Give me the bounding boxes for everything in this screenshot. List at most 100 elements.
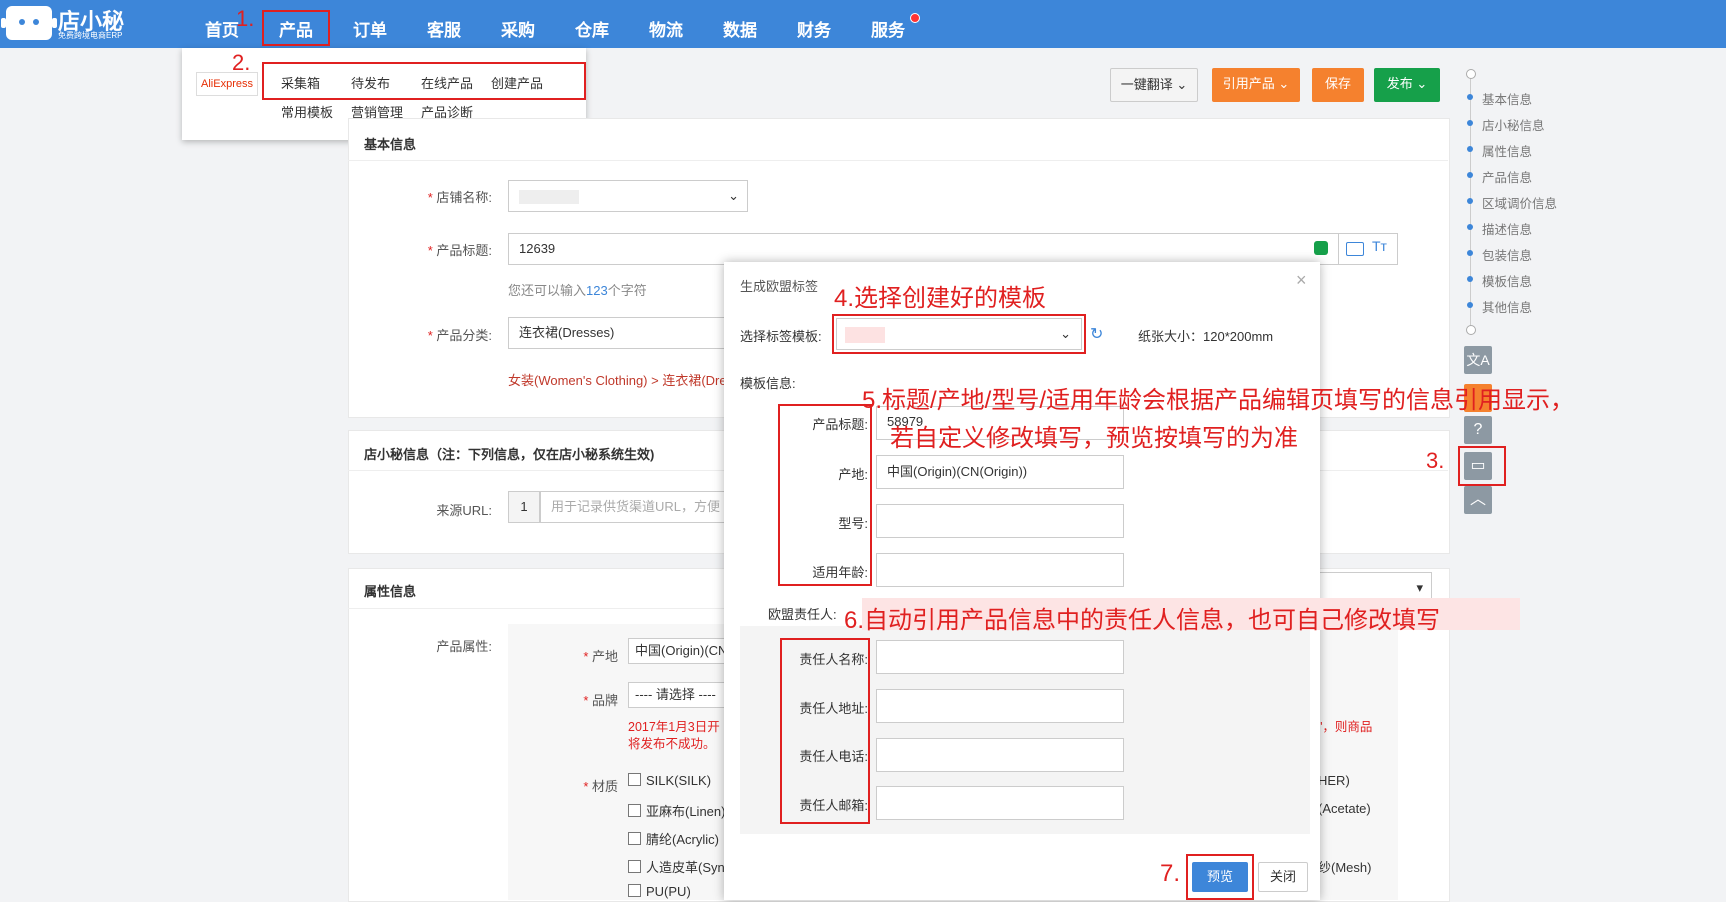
nav-logistics[interactable]: 物流: [649, 16, 683, 41]
translate-button[interactable]: 一键翻译 ⌄: [1110, 68, 1198, 102]
annotation-3: 3.: [1426, 448, 1445, 473]
resp-email-input[interactable]: [876, 786, 1124, 820]
highlight-box-preview: [1186, 854, 1254, 900]
annotation-5-line1: 5.标题/产地/型号/适用年龄会根据产品编辑页填写的信息引用显示，: [862, 387, 1575, 414]
material-checkbox[interactable]: 人造皮革(Syn: [628, 857, 725, 876]
annotation-7: 7.: [1160, 860, 1181, 887]
checkbox-icon: [628, 773, 641, 786]
origin-attr-label: * 产地: [583, 649, 618, 664]
save-button[interactable]: 保存: [1312, 68, 1364, 102]
highlight-box-fields: [778, 404, 872, 586]
highlight-box-menu: [262, 62, 586, 100]
dxm-info-title: 店小秘信息（注：下列信息，仅在店小秘系统生效): [364, 447, 655, 462]
edit-icon[interactable]: [1346, 242, 1364, 256]
label-model-input[interactable]: [876, 504, 1124, 538]
material-checkbox[interactable]: 亚麻布(Linen): [628, 801, 725, 820]
top-nav-bar: [0, 0, 1726, 48]
right-nav-basic[interactable]: 基本信息: [1482, 89, 1532, 108]
menu-common-templates[interactable]: 常用模板: [281, 102, 333, 121]
origin-attr-select[interactable]: 中国(Origin)(CN: [628, 638, 738, 664]
publish-button[interactable]: 发布 ⌄: [1374, 68, 1440, 102]
chatgpt-icon[interactable]: [1314, 241, 1328, 255]
nav-services[interactable]: 服务: [871, 16, 905, 41]
close-button[interactable]: 关闭: [1258, 862, 1308, 892]
source-url-input[interactable]: 用于记录供货渠道URL，方便: [540, 491, 730, 523]
basic-info-title: 基本信息: [364, 137, 417, 152]
shop-label: * 店铺名称:: [427, 190, 492, 205]
annotation-4: 4.选择创建好的模板: [834, 285, 1047, 312]
label-age-input[interactable]: [876, 553, 1124, 587]
brand-warning-2: 将发布不成功。: [628, 737, 716, 751]
chevron-down-icon: ⌄: [1278, 76, 1290, 91]
prop-label: 产品属性:: [436, 639, 492, 654]
material-checkbox[interactable]: SILK(SILK): [628, 773, 711, 788]
material-checkbox[interactable]: PU(PU): [628, 884, 691, 899]
checkbox-icon: [628, 804, 641, 817]
robot-logo-icon[interactable]: [1, 6, 57, 40]
checkbox-icon: [628, 860, 641, 873]
divider: [348, 160, 1448, 161]
translate-tool-icon[interactable]: 文A: [1464, 346, 1492, 374]
refresh-icon[interactable]: ↻: [1090, 324, 1103, 344]
resp-name-input[interactable]: [876, 640, 1124, 674]
close-icon[interactable]: ×: [1296, 270, 1307, 291]
right-nav-package[interactable]: 包装信息: [1482, 245, 1532, 264]
highlight-box-responsible: [780, 638, 870, 824]
material-option-right[interactable]: HER): [1318, 773, 1350, 788]
category-path: 女装(Women's Clothing) > 连衣裙(Dre: [508, 373, 727, 388]
nav-orders[interactable]: 订单: [353, 16, 387, 41]
brand-warning-right: "，则商品: [1318, 720, 1373, 734]
blurred-shop-name: [519, 190, 579, 204]
material-option-right[interactable]: 纱(Mesh): [1318, 857, 1371, 876]
annotation-2: 2.: [232, 50, 251, 75]
resp-addr-input[interactable]: [876, 689, 1124, 723]
annotation-1: 1.: [236, 6, 255, 31]
nav-start-ring: [1466, 69, 1476, 79]
eu-responsible-label: 欧盟责任人:: [768, 607, 837, 622]
nav-finance[interactable]: 财务: [797, 16, 831, 41]
right-nav-other[interactable]: 其他信息: [1482, 297, 1532, 316]
template-select-label: 选择标签模板:: [740, 329, 822, 344]
right-nav-template[interactable]: 模板信息: [1482, 271, 1532, 290]
right-nav-region-price[interactable]: 区域调价信息: [1482, 193, 1557, 212]
highlight-box-eu-label: [1458, 446, 1506, 486]
shop-select[interactable]: ⌄: [508, 180, 748, 212]
title-input[interactable]: 12639: [508, 233, 1398, 265]
resp-phone-input[interactable]: [876, 738, 1124, 772]
brand-attr-label: * 品牌: [583, 693, 618, 708]
right-nav-description[interactable]: 描述信息: [1482, 219, 1532, 238]
source-url-label: 来源URL:: [436, 503, 492, 518]
source-url-index: 1: [508, 491, 540, 523]
scroll-top-icon[interactable]: ︿: [1464, 486, 1492, 514]
nav-purchase[interactable]: 采购: [501, 16, 535, 41]
right-nav-attrs[interactable]: 属性信息: [1482, 141, 1532, 160]
material-checkbox[interactable]: 腈纶(Acrylic): [628, 829, 719, 848]
brand-attr-select[interactable]: ---- 请选择 ----: [628, 682, 738, 708]
nav-warehouse[interactable]: 仓库: [575, 16, 609, 41]
nav-home[interactable]: 首页: [205, 16, 239, 41]
right-nav-dxm[interactable]: 店小秘信息: [1482, 115, 1545, 134]
checkbox-icon: [628, 884, 641, 897]
dialog-title: 生成欧盟标签: [740, 279, 819, 294]
help-icon[interactable]: ?: [1464, 416, 1492, 444]
char-remaining: 您还可以输入123个字符: [508, 283, 647, 298]
attr-info-title: 属性信息: [364, 584, 417, 599]
label-origin-input[interactable]: 中国(Origin)(CN(Origin)): [876, 455, 1124, 489]
category-input[interactable]: 连衣裙(Dresses): [508, 317, 728, 349]
chevron-down-icon: ⌄: [728, 188, 739, 203]
chevron-down-icon: ⌄: [1176, 77, 1188, 92]
quote-product-button[interactable]: 引用产品 ⌄: [1212, 68, 1300, 102]
template-info-label: 模板信息:: [740, 376, 796, 391]
annotation-6: 6.自动引用产品信息中的责任人信息，也可自己修改填写: [844, 607, 1441, 634]
right-nav-product[interactable]: 产品信息: [1482, 167, 1532, 186]
notification-dot: [910, 13, 920, 23]
annotation-5-line2: 若自定义修改填写，预览按填写的为准: [890, 425, 1298, 452]
paper-size: 纸张大小：120*200mm: [1138, 329, 1274, 344]
nav-data[interactable]: 数据: [723, 16, 757, 41]
checkbox-icon: [628, 832, 641, 845]
material-option-right[interactable]: (Acetate): [1318, 801, 1371, 816]
text-format-icon[interactable]: Tт: [1372, 238, 1387, 254]
nav-end-ring: [1466, 325, 1476, 335]
category-label: * 产品分类:: [427, 328, 492, 343]
nav-service[interactable]: 客服: [427, 16, 461, 41]
